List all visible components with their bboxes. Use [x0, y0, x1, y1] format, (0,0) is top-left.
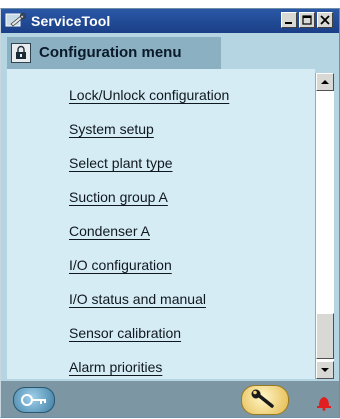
- key-button[interactable]: [13, 387, 55, 413]
- scroll-down-button[interactable]: [316, 361, 334, 379]
- menu-item-suction-group-a[interactable]: Suction group A: [69, 189, 168, 213]
- maximize-icon: [302, 15, 312, 25]
- service-tool-window: ServiceTool Configuration menu Lock/Unlo…: [0, 8, 340, 418]
- menu-item-sensor-calibration[interactable]: Sensor calibration: [69, 325, 181, 349]
- menu-panel: Lock/Unlock configuration System setup S…: [7, 69, 315, 379]
- close-icon: [320, 15, 330, 25]
- alarm-bell-icon[interactable]: [315, 393, 333, 411]
- padlock-icon[interactable]: [11, 43, 31, 63]
- close-button[interactable]: [317, 12, 333, 28]
- status-bar: [1, 381, 339, 417]
- menu-item-select-plant-type[interactable]: Select plant type: [69, 155, 173, 179]
- minimize-icon: [285, 22, 292, 24]
- menu-item-io-configuration[interactable]: I/O configuration: [69, 257, 172, 281]
- menu-item-system-setup[interactable]: System setup: [69, 121, 154, 145]
- wrench-icon: [251, 389, 274, 408]
- wrench-button[interactable]: [241, 385, 289, 415]
- arrow-down-icon: [321, 368, 329, 372]
- key-icon: [21, 394, 46, 406]
- menu-header: Configuration menu: [7, 37, 221, 69]
- title-bar[interactable]: ServiceTool: [1, 9, 339, 33]
- menu-item-lock-unlock-configuration[interactable]: Lock/Unlock configuration: [69, 87, 229, 111]
- window-controls: [281, 12, 333, 28]
- menu-item-condenser-a[interactable]: Condenser A: [69, 223, 150, 247]
- scroll-up-button[interactable]: [316, 73, 334, 91]
- service-tool-icon: [5, 12, 27, 30]
- menu-item-io-status-and-manual[interactable]: I/O status and manual: [69, 291, 206, 315]
- arrow-up-icon: [321, 80, 329, 84]
- vertical-scrollbar[interactable]: [315, 73, 334, 379]
- scroll-thumb[interactable]: [316, 313, 334, 359]
- window-title: ServiceTool: [31, 13, 111, 29]
- menu-title: Configuration menu: [39, 44, 182, 61]
- minimize-button[interactable]: [281, 12, 297, 28]
- menu-item-alarm-priorities[interactable]: Alarm priorities: [69, 359, 162, 383]
- maximize-button[interactable]: [299, 12, 315, 28]
